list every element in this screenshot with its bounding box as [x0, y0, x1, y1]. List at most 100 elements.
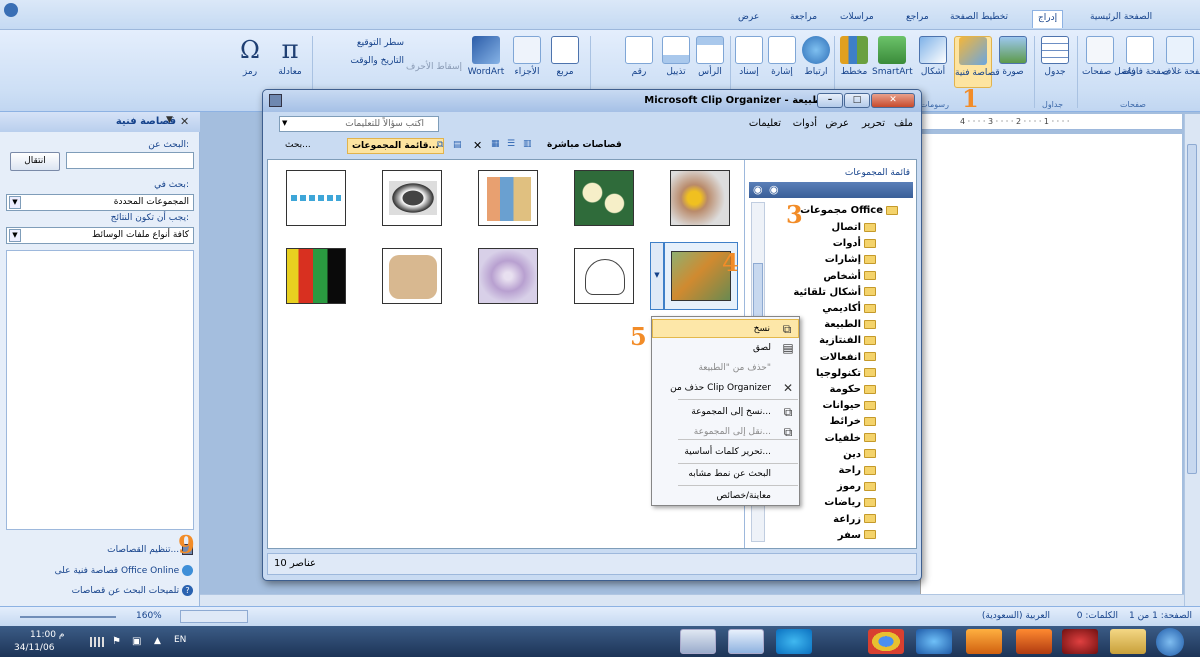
window-title-bar[interactable]: Microsoft Clip Organizer - الطبيعة ✕ □ – — [263, 90, 921, 112]
paste-icon[interactable]: ▤ — [453, 140, 462, 150]
tree-item-collection[interactable]: خرائط — [830, 416, 876, 427]
tree-item-collection[interactable]: رياضات — [824, 497, 876, 508]
maximize-button[interactable]: □ — [844, 93, 870, 108]
document-page[interactable] — [920, 134, 1182, 606]
symbol-button[interactable]: Ω رمز — [232, 36, 268, 77]
clip-art-button[interactable]: قصاصة فنية — [954, 36, 1000, 88]
search-input[interactable] — [66, 152, 194, 169]
tree-item-collection[interactable]: حكومة — [829, 384, 876, 395]
skype-taskbar-icon[interactable] — [776, 629, 812, 654]
vertical-scrollbar[interactable] — [1184, 114, 1200, 606]
flag-icon[interactable]: ⚑ — [112, 636, 121, 647]
horizontal-scrollbar[interactable] — [200, 594, 1184, 606]
tree-item-collection[interactable]: أشكال تلقائية — [793, 287, 876, 298]
vlc-taskbar-icon[interactable] — [966, 629, 1002, 654]
table-button[interactable]: جدول — [1038, 36, 1072, 77]
clip-thumbnail[interactable] — [574, 248, 634, 304]
context-menu-item[interactable]: معاينة/خصائص — [652, 487, 799, 506]
context-menu-item[interactable]: البحث عن نمط مشابه — [652, 465, 799, 484]
word-taskbar-icon[interactable] — [728, 629, 764, 654]
tab-page-layout[interactable]: تخطيط الصفحة — [950, 12, 1008, 30]
office-button[interactable] — [4, 3, 18, 17]
tab-references[interactable]: مراجع — [906, 12, 929, 30]
collection-list-button[interactable]: قائمة المجموعات... — [347, 138, 444, 154]
tree-item-collection[interactable]: خلفيات — [825, 433, 876, 444]
tree-item-collection[interactable]: اتصال — [832, 222, 876, 233]
clip-thumbnail[interactable] — [286, 170, 346, 226]
tree-item-collection[interactable]: أكاديمي — [822, 303, 876, 314]
tree-item-collection[interactable]: الفنتازية — [819, 335, 876, 346]
tree-item-collection[interactable]: رموز — [837, 481, 876, 492]
media-taskbar-icon[interactable] — [1016, 629, 1052, 654]
context-menu-item[interactable]: لصق ▤ — [652, 339, 799, 358]
clip-organizer-taskbar-icon[interactable] — [680, 629, 716, 654]
page-count[interactable]: الصفحة: 1 من 1 — [1129, 611, 1192, 621]
footer-button[interactable]: تذييل — [660, 36, 692, 77]
clips-online-button[interactable]: قصاصات مباشرة — [547, 140, 622, 150]
word-count[interactable]: الكلمات: 0 — [1077, 611, 1118, 621]
drop-cap-button[interactable]: إسقاط الأحرف — [404, 62, 464, 72]
tab-view[interactable]: عرض — [738, 12, 759, 30]
scroll-thumb[interactable] — [1187, 144, 1197, 474]
chevron-down-icon[interactable]: ▼ — [282, 119, 287, 127]
minimize-button[interactable]: – — [817, 93, 843, 108]
language-indicator[interactable]: العربية (السعودية) — [982, 611, 1050, 621]
clip-thumbnail[interactable] — [382, 170, 442, 226]
network-icon[interactable] — [90, 637, 104, 647]
signature-line-button[interactable]: سطر التوقيع — [318, 38, 404, 48]
back-icon[interactable]: ◉ — [753, 183, 763, 196]
tree-item-collection[interactable]: تكنولوجيا — [816, 368, 876, 379]
equation-button[interactable]: π معادلة — [272, 36, 308, 77]
tree-item-collection[interactable]: سفر — [838, 530, 876, 541]
tab-review[interactable]: مراجعة — [790, 12, 817, 30]
tree-item-office-collections[interactable]: مجموعات Office — [800, 205, 898, 216]
search-tips-link[interactable]: تلميحات البحث عن قصاصات ? — [72, 585, 193, 596]
search-in-select[interactable]: المجموعات المحددة ▼ — [6, 194, 194, 211]
tree-item-collection[interactable]: أشخاص — [823, 271, 876, 282]
thumbnails-view-icon[interactable]: ▦ — [491, 139, 500, 149]
results-list[interactable] — [6, 250, 194, 530]
picture-button[interactable]: صورة — [996, 36, 1030, 77]
tree-item-collection[interactable]: انفعالات — [820, 352, 876, 363]
clock-date[interactable]: 34/11/06 — [14, 643, 54, 653]
search-button[interactable]: بحث... — [285, 140, 311, 150]
tree-item-collection[interactable]: دين — [843, 449, 876, 460]
wordart-button[interactable]: WordArt — [466, 36, 506, 77]
tree-item-collection[interactable]: راحة — [839, 465, 876, 476]
menu-edit[interactable]: تحرير — [862, 118, 885, 129]
system-tray-icon[interactable]: ▣ — [132, 636, 141, 647]
clip-thumbnail[interactable] — [574, 170, 634, 226]
chrome-taskbar-icon[interactable] — [868, 629, 904, 654]
zoom-slider[interactable] — [20, 616, 116, 618]
clip-thumbnail[interactable] — [670, 170, 730, 226]
copy-icon[interactable]: ⧉ — [437, 140, 443, 150]
delete-icon[interactable]: ✕ — [473, 139, 482, 152]
hyperlink-button[interactable]: ارتباط — [800, 36, 832, 77]
chevron-down-icon[interactable]: ▼ — [9, 229, 21, 242]
help-question-input[interactable]: اكتب سؤالاً للتعليمات ▼ — [279, 116, 439, 132]
header-button[interactable]: الرأس — [694, 36, 726, 77]
tray-expand-icon[interactable]: ▲ — [154, 636, 161, 646]
menu-help[interactable]: تعليمات — [749, 118, 781, 129]
start-button[interactable] — [1156, 628, 1184, 656]
quick-parts-button[interactable]: الأجزاء — [510, 36, 544, 77]
tab-home[interactable]: الصفحة الرئيسية — [1090, 12, 1152, 30]
tab-mailings[interactable]: مراسلات — [840, 12, 874, 30]
chart-button[interactable]: مخطط — [838, 36, 870, 77]
close-button[interactable]: ✕ — [871, 93, 915, 108]
view-buttons[interactable] — [180, 610, 248, 623]
cross-reference-button[interactable]: إسناد — [734, 36, 764, 77]
smartart-button[interactable]: SmartArt — [872, 36, 913, 77]
context-menu-item[interactable]: نسخ إلى المجموعة... ⧉ — [652, 403, 799, 422]
clip-thumbnail[interactable] — [478, 248, 538, 304]
clip-thumbnail[interactable] — [286, 248, 346, 304]
ie-taskbar-icon[interactable] — [916, 629, 952, 654]
menu-view[interactable]: عرض — [825, 118, 849, 129]
close-icon[interactable]: ✕ — [180, 115, 189, 128]
list-view-icon[interactable]: ☰ — [507, 139, 515, 149]
menu-tools[interactable]: أدوات — [793, 118, 817, 129]
app-taskbar-icon[interactable] — [1062, 629, 1098, 654]
tree-item-collection[interactable]: حيوانات — [822, 400, 876, 411]
context-menu-item[interactable]: حذف من "الطبيعة" — [652, 359, 799, 378]
tab-insert[interactable]: إدراج — [1032, 10, 1064, 28]
